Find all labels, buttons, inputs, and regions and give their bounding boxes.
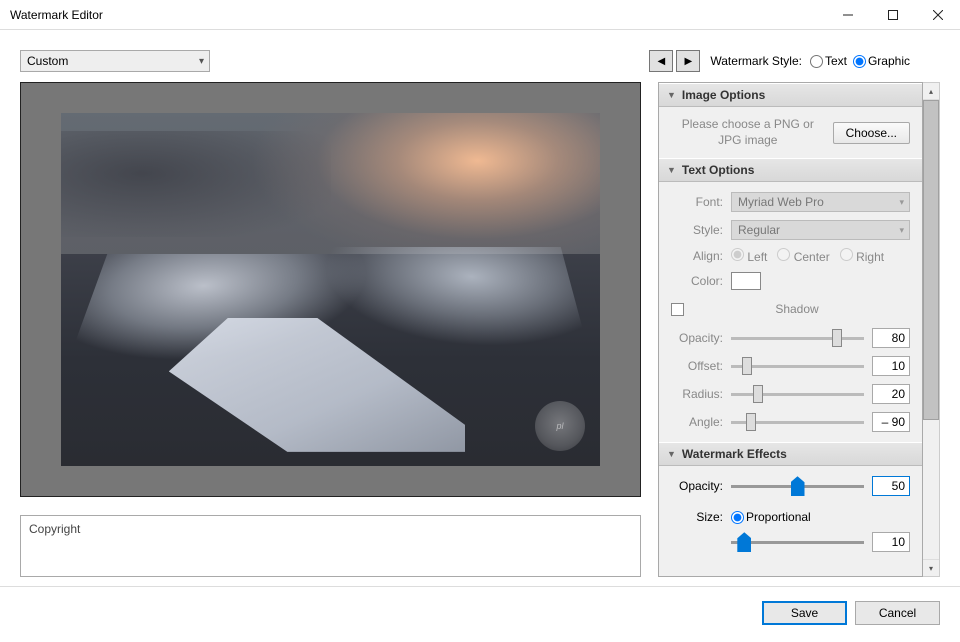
copyright-input[interactable]: Copyright [20,515,641,577]
image-nav: ◀ ▶ [649,50,700,72]
size-proportional-radio[interactable]: Proportional [731,510,811,524]
preview-canvas: pl [20,82,641,497]
shadow-offset-slider [731,356,864,376]
shadow-opacity-slider [731,328,864,348]
window-controls [825,0,960,29]
footer: Save Cancel [0,586,960,628]
image-options-body: Please choose a PNG or JPG image Choose.… [659,107,922,158]
preset-value: Custom [27,54,68,68]
chevron-down-icon: ▾ [199,56,209,67]
size-label: Size: [671,510,723,524]
effects-opacity-value[interactable]: 50 [872,476,910,496]
shadow-opacity-value: 80 [872,328,910,348]
save-button[interactable]: Save [762,601,847,625]
image-options-header[interactable]: ▼ Image Options [659,83,922,107]
shadow-radius-label: Radius: [671,387,723,401]
align-left-radio: Left [731,248,767,264]
scroll-thumb[interactable] [923,100,939,420]
scroll-up-arrow[interactable]: ▴ [923,83,939,100]
shadow-opacity-label: Opacity: [671,331,723,345]
main-area: pl Copyright ▼ Image Options Please choo… [0,82,960,590]
wm-style-text-radio[interactable]: Text [810,54,847,68]
watermark-overlay: pl [535,401,585,451]
window-title: Watermark Editor [10,8,103,22]
copyright-placeholder: Copyright [29,522,80,536]
shadow-angle-value: – 90 [872,412,910,432]
align-center-radio: Center [777,248,829,264]
shadow-angle-label: Angle: [671,415,723,429]
style-dropdown: Regular▾ [731,220,910,240]
close-button[interactable] [915,0,960,30]
maximize-button[interactable] [870,0,915,30]
prev-image-button[interactable]: ◀ [649,50,673,72]
cancel-button[interactable]: Cancel [855,601,940,625]
top-strip: Custom ▾ ◀ ▶ Watermark Style: Text Graph… [0,30,960,82]
options-panel: ▼ Image Options Please choose a PNG or J… [658,82,940,590]
shadow-offset-value: 10 [872,356,910,376]
left-column: pl Copyright [20,82,641,590]
triangle-down-icon: ▼ [667,90,676,100]
preview-image: pl [61,113,600,466]
align-label: Align: [671,249,723,263]
choose-hint: Please choose a PNG or JPG image [671,117,825,148]
triangle-down-icon: ▼ [667,449,676,459]
shadow-angle-slider [731,412,864,432]
align-right-radio: Right [840,248,884,264]
shadow-subheader: Shadow [671,302,910,316]
titlebar: Watermark Editor [0,0,960,30]
preset-dropdown[interactable]: Custom ▾ [20,50,210,72]
effects-opacity-label: Opacity: [671,479,723,493]
font-label: Font: [671,195,723,209]
size-slider[interactable] [731,532,864,552]
font-dropdown: Myriad Web Pro▾ [731,192,910,212]
options-scroll-area[interactable]: ▼ Image Options Please choose a PNG or J… [658,82,923,577]
shadow-offset-label: Offset: [671,359,723,373]
effects-opacity-slider[interactable] [731,476,864,496]
options-scrollbar[interactable]: ▴ ▾ [923,82,940,577]
minimize-button[interactable] [825,0,870,30]
style-label: Style: [671,223,723,237]
text-options-header[interactable]: ▼ Text Options [659,158,922,182]
text-options-body: Font: Myriad Web Pro▾ Style: Regular▾ Al… [659,182,922,442]
scroll-down-arrow[interactable]: ▾ [923,559,939,576]
size-value[interactable]: 10 [872,532,910,552]
shadow-radius-value: 20 [872,384,910,404]
choose-image-button[interactable]: Choose... [833,122,910,144]
wm-style-graphic-radio[interactable]: Graphic [853,54,910,68]
color-swatch [731,272,761,290]
watermark-style-label: Watermark Style: [710,54,802,68]
effects-body: Opacity: 50 Size: Proportional 10 [659,466,922,562]
effects-header[interactable]: ▼ Watermark Effects [659,442,922,466]
shadow-radius-slider [731,384,864,404]
watermark-style-group: Watermark Style: Text Graphic [710,54,910,68]
color-label: Color: [671,274,723,288]
align-radio-group: Left Center Right [731,248,884,264]
triangle-down-icon: ▼ [667,165,676,175]
next-image-button[interactable]: ▶ [676,50,700,72]
shadow-checkbox [671,303,684,316]
